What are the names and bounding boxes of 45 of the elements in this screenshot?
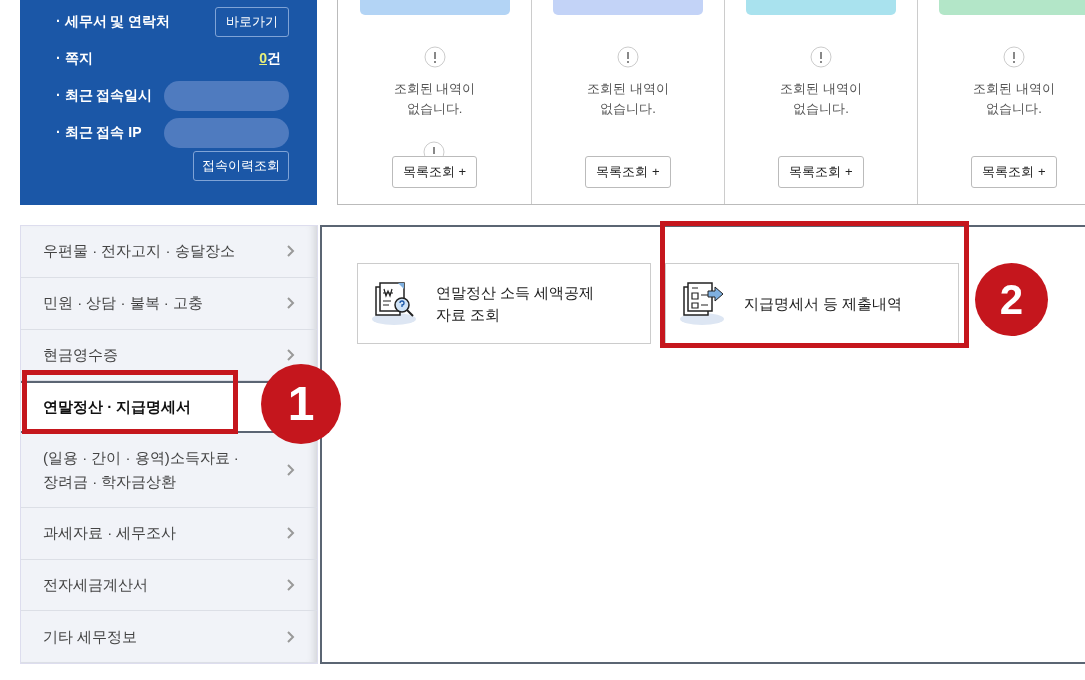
- sidebar-label: 기타 세무정보: [43, 626, 138, 647]
- chevron-icon: [287, 297, 295, 310]
- info-label: · 최근 접속 IP: [56, 123, 142, 142]
- chevron-icon: [287, 245, 295, 258]
- empty-message: 조회된 내역이 없습니다.: [780, 80, 862, 118]
- chevron-icon: [287, 527, 295, 540]
- sidebar-item[interactable]: 민원 · 상담 · 불복 · 고충: [21, 277, 317, 330]
- menu-tile[interactable]: 연말정산 소득 세액공제 자료 조회: [357, 263, 651, 344]
- shortcut-button[interactable]: 바로가기: [215, 6, 289, 37]
- list-view-button[interactable]: 목록조회 +: [391, 156, 478, 188]
- info-label: · 세무서 및 연락처: [56, 12, 171, 31]
- info-label: · 쪽지: [56, 49, 93, 68]
- menu-tile[interactable]: 지급명세서 등 제출내역: [665, 263, 959, 344]
- sidebar-label: 현금영수증: [43, 344, 118, 365]
- info-icon: [1003, 46, 1025, 68]
- list-view-button[interactable]: 목록조회 +: [778, 156, 864, 188]
- history-button[interactable]: 접속이력조회: [193, 151, 289, 181]
- list-view-button[interactable]: 목록조회 +: [585, 156, 671, 188]
- sidebar-label: 연말정산 · 지급명세서: [43, 397, 192, 418]
- count-unit: 건: [267, 49, 281, 68]
- sidebar-label: 우편물 · 전자고지 · 송달장소: [43, 241, 235, 262]
- step-number: 2: [975, 263, 1048, 336]
- tile-label: 연말정산 소득 세액공제 자료 조회: [436, 282, 595, 325]
- sidebar-label: 전자세금계산서: [43, 574, 148, 595]
- empty-message: 조회된 내역이 없습니다.: [393, 80, 476, 118]
- chevron-icon: [287, 348, 295, 361]
- sidebar-label: 민원 · 상담 · 불복 · 고충: [43, 293, 203, 314]
- sidebar-item[interactable]: 기타 세무정보: [21, 611, 317, 664]
- tile-label: 지급명세서 등 제출내역: [744, 293, 903, 314]
- sidebar-item[interactable]: 과세자료 · 세무조사: [21, 507, 317, 560]
- sidebar-item[interactable]: 전자세금계산서: [21, 559, 317, 612]
- info-icon: [617, 46, 639, 68]
- sidebar-item[interactable]: 우편물 · 전자고지 · 송달장소: [21, 226, 317, 278]
- empty-message: 조회된 내역이 없습니다.: [973, 80, 1055, 118]
- sidebar-label: 과세자료 · 세무조사: [43, 523, 177, 544]
- chevron-icon: [287, 463, 295, 476]
- sidebar-label: (일용 · 간이 · 용역)소득자료 · 장려금 · 학자금상환: [43, 447, 239, 492]
- chevron-icon: [287, 630, 295, 643]
- list-view-button[interactable]: 목록조회 +: [971, 156, 1057, 188]
- info-icon: [810, 46, 832, 68]
- chevron-icon: [287, 578, 295, 591]
- info-label: · 최근 접속일시: [56, 86, 153, 105]
- info-icon: [423, 46, 446, 68]
- count-link[interactable]: 0: [259, 48, 267, 69]
- empty-message: 조회된 내역이 없습니다.: [587, 80, 669, 118]
